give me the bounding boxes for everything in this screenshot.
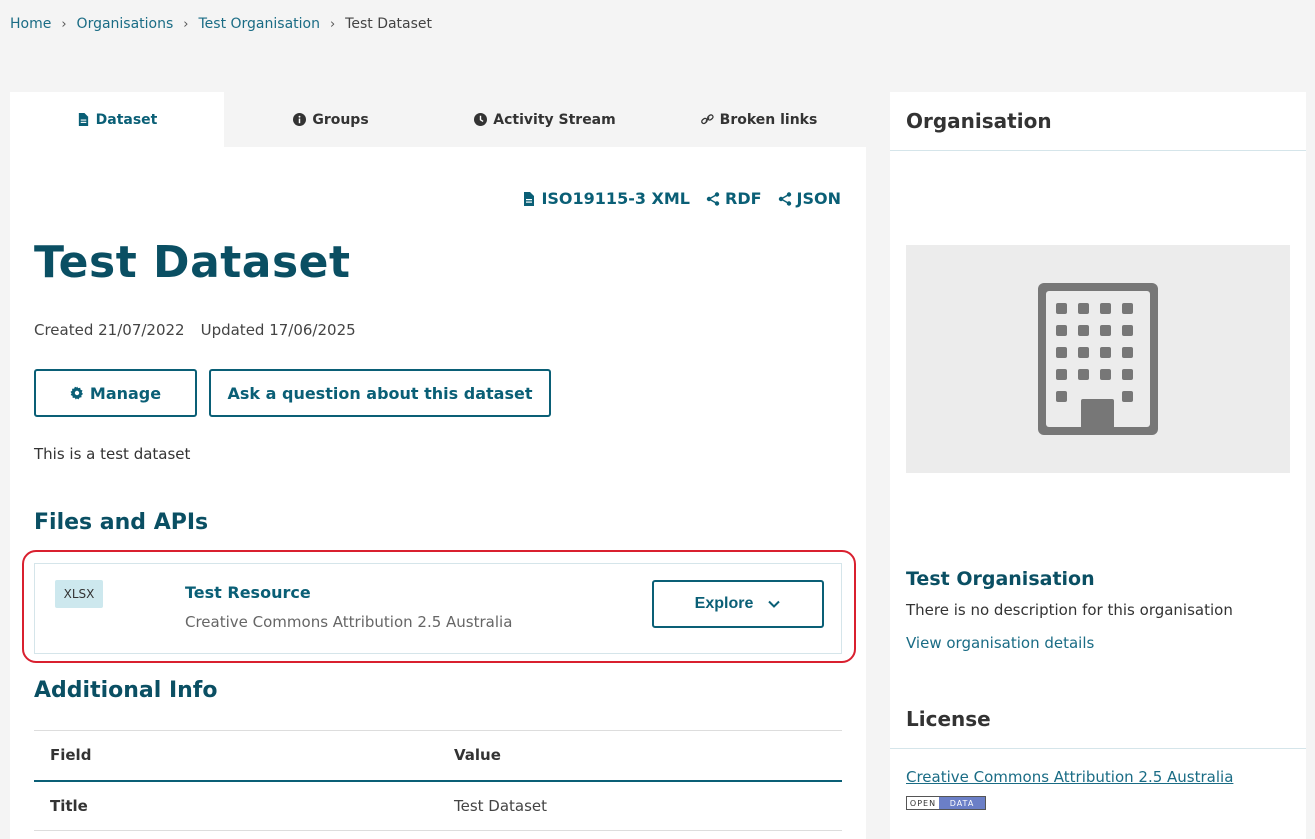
link-icon (700, 114, 714, 125)
share-icon (706, 191, 720, 206)
rdf-link[interactable]: RDF (706, 189, 762, 208)
resource-license: Creative Commons Attribution 2.5 Austral… (185, 613, 513, 631)
ask-question-button[interactable]: Ask a question about this dataset (209, 369, 551, 417)
breadcrumb-test-organisation[interactable]: Test Organisation (199, 16, 320, 32)
breadcrumb-current: Test Dataset (345, 16, 433, 32)
created-date: Created 21/07/2022 (34, 321, 185, 339)
organisation-heading: Organisation (906, 109, 1052, 133)
dataset-main-panel: Dataset Groups Activity Stream Broken li… (10, 92, 866, 839)
breadcrumb-separator: › (329, 16, 336, 32)
tab-label: Groups (312, 111, 369, 128)
rdf-label: RDF (725, 189, 762, 208)
table-cell-value: Test Dataset (438, 780, 842, 831)
file-icon (524, 191, 535, 206)
additional-info-heading: Additional Info (34, 678, 218, 703)
organisation-description: There is no description for this organis… (906, 601, 1233, 619)
tab-label: Dataset (95, 111, 158, 128)
dataset-description: This is a test dataset (34, 445, 191, 463)
ask-question-label: Ask a question about this dataset (227, 383, 533, 403)
open-data-badge-open: OPEN (907, 797, 939, 809)
json-label: JSON (796, 189, 841, 208)
manage-button[interactable]: Manage (34, 369, 197, 417)
view-organisation-link[interactable]: View organisation details (906, 634, 1094, 652)
iso-xml-link[interactable]: ISO19115-3 XML (522, 189, 690, 208)
divider (890, 150, 1306, 151)
json-link[interactable]: JSON (778, 189, 841, 208)
organisation-image (906, 245, 1290, 473)
column-header-value: Value (438, 730, 842, 782)
open-data-badge-data: DATA (939, 797, 985, 809)
clock-icon (474, 113, 488, 126)
resource-name-link[interactable]: Test Resource (185, 583, 311, 602)
share-icon (778, 191, 791, 206)
license-heading: License (906, 707, 991, 731)
organisation-name: Test Organisation (906, 568, 1095, 590)
page-title: Test Dataset (34, 237, 351, 288)
gear-icon (70, 386, 83, 400)
breadcrumb-separator: › (183, 16, 189, 32)
explore-label: Explore (694, 595, 754, 612)
tab-label: Broken links (719, 111, 818, 128)
additional-info-table: Field Value Title Test Dataset (34, 730, 842, 831)
tab-label: Activity Stream (493, 111, 616, 128)
manage-label: Manage (89, 383, 162, 403)
breadcrumb-organisations[interactable]: Organisations (77, 16, 174, 32)
breadcrumb: Home › Organisations › Test Organisation… (10, 16, 432, 32)
info-icon (293, 113, 307, 126)
file-icon (78, 113, 88, 126)
building-icon (1038, 283, 1158, 435)
table-cell-field: Title (34, 780, 438, 831)
tab-dataset[interactable]: Dataset (10, 92, 224, 147)
files-heading: Files and APIs (34, 510, 209, 535)
chevron-down-icon (768, 600, 781, 608)
breadcrumb-separator: › (61, 16, 67, 32)
table-header-row: Field Value (34, 730, 842, 782)
dataset-tabs: Dataset Groups Activity Stream Broken li… (10, 92, 866, 147)
license-link[interactable]: Creative Commons Attribution 2.5 Austral… (906, 768, 1233, 786)
tab-broken-links[interactable]: Broken links (652, 92, 866, 147)
iso-xml-label: ISO19115-3 XML (541, 189, 690, 208)
breadcrumb-home[interactable]: Home (10, 16, 51, 32)
format-links: ISO19115-3 XML RDF JSON (522, 189, 841, 208)
tab-groups[interactable]: Groups (224, 92, 438, 147)
open-data-badge[interactable]: OPEN DATA (906, 796, 986, 810)
updated-date: Updated 17/06/2025 (200, 321, 356, 339)
explore-button[interactable]: Explore (652, 580, 824, 628)
format-badge: XLSX (55, 580, 103, 608)
sidebar: Organisation Test Organisation There is … (890, 92, 1306, 839)
table-row: Title Test Dataset (34, 780, 842, 831)
column-header-field: Field (34, 730, 438, 782)
tab-activity-stream[interactable]: Activity Stream (438, 92, 652, 147)
resource-item: XLSX Test Resource Creative Commons Attr… (34, 563, 842, 654)
dataset-dates: Created 21/07/2022 Updated 17/06/2025 (34, 321, 356, 339)
divider (890, 748, 1306, 749)
